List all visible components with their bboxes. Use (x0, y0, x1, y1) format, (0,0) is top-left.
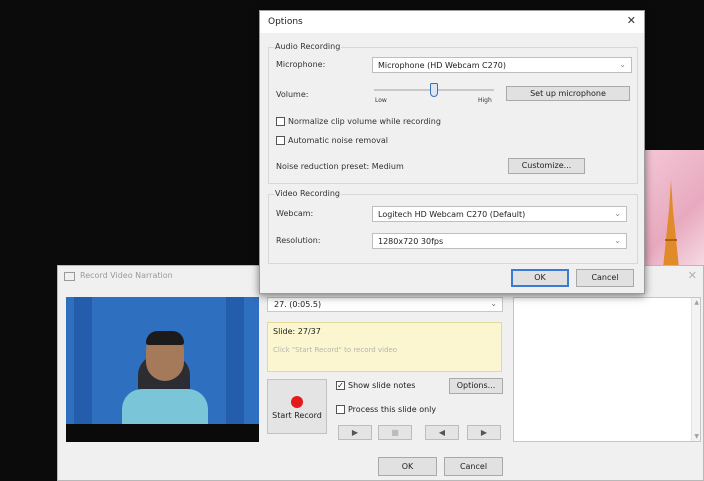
play-button[interactable]: ▶ (338, 425, 372, 440)
next-icon: ▶ (480, 428, 488, 437)
close-icon[interactable]: ✕ (627, 14, 636, 27)
slide-select[interactable]: 27. (0:05.5) ⌄ (267, 297, 503, 312)
options-button[interactable]: Options... (449, 378, 503, 394)
window-icon (64, 272, 75, 281)
video-group-title: Video Recording (274, 189, 341, 198)
checkbox-unchecked-icon (336, 405, 345, 414)
ok-button[interactable]: OK (511, 269, 569, 287)
audio-group-title: Audio Recording (274, 42, 342, 51)
slide-select-value: 27. (0:05.5) (274, 300, 322, 309)
resolution-value: 1280x720 30fps (378, 237, 444, 246)
set-up-microphone-button[interactable]: Set up microphone (506, 86, 630, 101)
noise-removal-label: Automatic noise removal (288, 136, 388, 145)
checkbox-unchecked-icon (276, 117, 285, 126)
microphone-value: Microphone (HD Webcam C270) (378, 61, 507, 70)
start-record-label: Start Record (272, 411, 322, 420)
volume-label: Volume: (276, 90, 309, 99)
slide-counter: Slide: 27/37 (273, 327, 321, 336)
microphone-label: Microphone: (276, 60, 326, 69)
volume-low-label: Low (375, 97, 387, 104)
previous-button[interactable]: ◀ (425, 425, 459, 440)
previous-icon: ◀ (438, 428, 446, 437)
microphone-select[interactable]: Microphone (HD Webcam C270) ⌄ (372, 57, 632, 73)
tower-illustration (663, 180, 679, 268)
noise-preset-label: Noise reduction preset: Medium (276, 162, 404, 171)
scroll-down-icon[interactable]: ▼ (694, 433, 699, 440)
volume-slider-thumb[interactable] (430, 83, 438, 97)
person-shirt (122, 389, 208, 429)
chevron-down-icon: ⌄ (614, 236, 621, 245)
scroll-up-icon[interactable]: ▲ (694, 299, 699, 306)
start-record-button[interactable]: Start Record (267, 379, 327, 434)
stop-button[interactable]: ■ (378, 425, 412, 440)
webcam-label: Webcam: (276, 209, 314, 218)
process-slide-only-label: Process this slide only (348, 405, 437, 414)
checkbox-unchecked-icon (276, 136, 285, 145)
normalize-checkbox[interactable]: Normalize clip volume while recording (276, 117, 441, 126)
dialog-title: Options (268, 17, 303, 27)
person-hair (146, 331, 184, 345)
video-recording-group (268, 194, 638, 264)
window-title: Record Video Narration (80, 271, 173, 280)
webcam-preview (66, 297, 259, 442)
record-hint: Click "Start Record" to record video (273, 346, 398, 354)
process-slide-only-checkbox[interactable]: Process this slide only (336, 405, 436, 414)
chevron-down-icon: ⌄ (619, 60, 626, 69)
record-video-narration-window: Record Video Narration ✕ 27. (0:05.5) ⌄ … (57, 265, 704, 481)
play-icon: ▶ (351, 428, 359, 437)
cancel-button[interactable]: Cancel (576, 269, 634, 287)
cancel-button[interactable]: Cancel (444, 457, 503, 476)
curtain-fold (74, 297, 92, 442)
slide-notes-area[interactable]: ▲ ▼ (513, 297, 701, 442)
slide-info-panel: Slide: 27/37 Click "Start Record" to rec… (267, 322, 502, 372)
ok-button[interactable]: OK (378, 457, 437, 476)
webcam-select[interactable]: Logitech HD Webcam C270 (Default) ⌄ (372, 206, 627, 222)
customize-button[interactable]: Customize... (508, 158, 585, 174)
close-icon[interactable]: ✕ (688, 269, 697, 282)
options-dialog: Options ✕ Audio Recording Microphone: Mi… (259, 10, 645, 294)
preview-letterbox (66, 424, 259, 442)
dialog-titlebar (260, 11, 644, 33)
resolution-label: Resolution: (276, 236, 321, 245)
scrollbar[interactable] (691, 298, 700, 441)
curtain-fold (226, 297, 244, 442)
noise-removal-checkbox[interactable]: Automatic noise removal (276, 136, 388, 145)
record-icon (291, 396, 303, 408)
normalize-label: Normalize clip volume while recording (288, 117, 441, 126)
show-slide-notes-label: Show slide notes (348, 381, 416, 390)
next-button[interactable]: ▶ (467, 425, 501, 440)
checkbox-checked-icon (336, 381, 345, 390)
chevron-down-icon: ⌄ (614, 209, 621, 218)
volume-high-label: High (478, 97, 492, 104)
chevron-down-icon: ⌄ (490, 299, 497, 308)
show-slide-notes-checkbox[interactable]: Show slide notes (336, 381, 415, 390)
resolution-select[interactable]: 1280x720 30fps ⌄ (372, 233, 627, 249)
webcam-value: Logitech HD Webcam C270 (Default) (378, 210, 526, 219)
stop-icon: ■ (391, 428, 399, 437)
